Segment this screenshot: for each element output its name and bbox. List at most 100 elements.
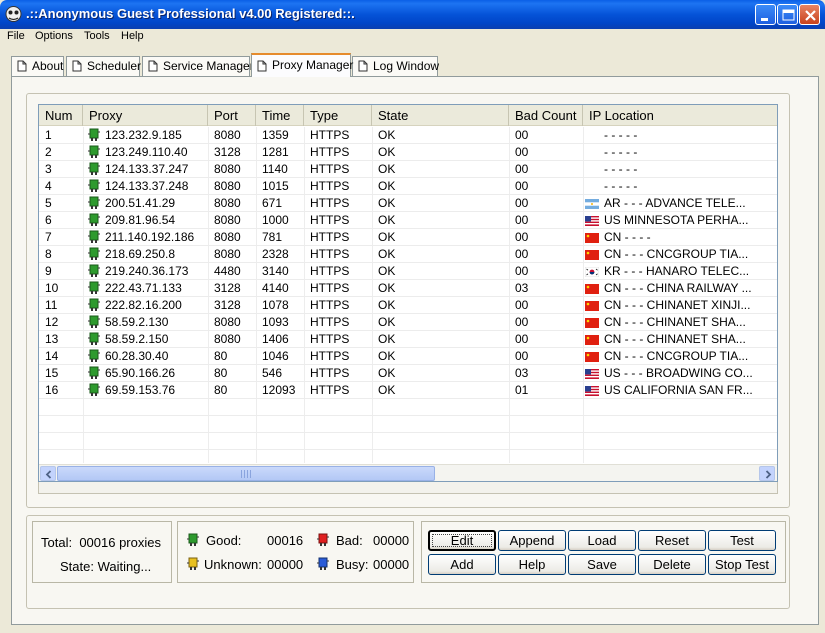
cell-type-text: HTTPS bbox=[310, 366, 350, 380]
cell-num: 9 bbox=[39, 263, 83, 280]
edit-button[interactable]: Edit bbox=[428, 530, 496, 551]
cell-bad-text: 00 bbox=[515, 213, 529, 227]
state-line: State: Waiting... bbox=[60, 559, 151, 574]
scroll-left-button[interactable] bbox=[40, 466, 56, 481]
column-header-bad-count[interactable]: Bad Count bbox=[509, 105, 583, 126]
cell-ip: KR - - - HANARO TELEC... bbox=[583, 263, 777, 280]
table-row[interactable]: 7 211.140.192.186 8080 781 HTTPS OK 00 CN - - -… bbox=[39, 229, 777, 246]
cell-type: HTTPS bbox=[304, 195, 372, 212]
cell-ip-text: - - - - - bbox=[604, 162, 638, 176]
column-header-type[interactable]: Type bbox=[304, 105, 372, 126]
cell-time: 3140 bbox=[256, 263, 304, 280]
cell-time-text: 781 bbox=[262, 230, 283, 244]
menu-help[interactable]: Help bbox=[119, 30, 146, 42]
cell-port-text: 8080 bbox=[214, 162, 241, 176]
column-header-ip-location[interactable]: IP Location bbox=[583, 105, 777, 126]
cell-state: OK bbox=[372, 297, 509, 314]
cell-bad-text: 00 bbox=[515, 145, 529, 159]
close-button[interactable] bbox=[799, 4, 820, 25]
bad-value: 00000 bbox=[373, 533, 410, 548]
column-header-num[interactable]: Num bbox=[39, 105, 83, 126]
cell-num-text: 3 bbox=[45, 162, 52, 176]
table-row[interactable]: 8 218.69.250.8 8080 2328 HTTPS OK 00 CN - - - C… bbox=[39, 246, 777, 263]
table-row[interactable]: 11 222.82.16.200 3128 1078 HTTPS OK 00 CN - - -… bbox=[39, 297, 777, 314]
tab-scheduler[interactable]: Scheduler bbox=[66, 56, 141, 76]
cell-proxy-text: 65.90.166.26 bbox=[105, 366, 176, 380]
column-header-proxy[interactable]: Proxy bbox=[83, 105, 208, 126]
proxy-list[interactable]: Num Proxy Port Time Type State Bad Count… bbox=[38, 104, 778, 482]
cell-time-text: 1000 bbox=[262, 213, 289, 227]
delete-button[interactable]: Delete bbox=[638, 554, 706, 575]
cn-flag-icon bbox=[585, 352, 599, 362]
table-row[interactable]: 12 58.59.2.130 8080 1093 HTTPS OK 00 CN - - - C… bbox=[39, 314, 777, 331]
cell-proxy-text: 124.133.37.248 bbox=[105, 179, 189, 193]
scroll-right-button[interactable] bbox=[759, 466, 775, 481]
table-row[interactable]: 6 209.81.96.54 8080 1000 HTTPS OK 00 US MINNESO… bbox=[39, 212, 777, 229]
save-button[interactable]: Save bbox=[568, 554, 636, 575]
table-row[interactable]: 14 60.28.30.40 80 1046 HTTPS OK 00 CN - - - CNC… bbox=[39, 348, 777, 365]
tab-about[interactable]: About bbox=[11, 56, 64, 76]
cell-ip-text: AR - - - ADVANCE TELE... bbox=[604, 196, 746, 210]
tab-log-window[interactable]: Log Window bbox=[352, 56, 439, 76]
add-button[interactable]: Add bbox=[428, 554, 496, 575]
cell-state-text: OK bbox=[378, 247, 396, 261]
good-proxy-icon bbox=[88, 366, 100, 379]
cn-flag-icon bbox=[585, 284, 599, 294]
cell-time-text: 1015 bbox=[262, 179, 289, 193]
good-proxy-icon bbox=[88, 179, 100, 192]
close-icon bbox=[805, 10, 816, 21]
cell-port: 80 bbox=[208, 365, 256, 382]
cell-proxy: 209.81.96.54 bbox=[83, 212, 208, 229]
cell-proxy: 58.59.2.150 bbox=[83, 331, 208, 348]
cell-state-text: OK bbox=[378, 349, 396, 363]
column-header-time[interactable]: Time bbox=[256, 105, 304, 126]
stop-test-button[interactable]: Stop Test bbox=[708, 554, 776, 575]
table-row[interactable]: 2 123.249.110.40 3128 1281 HTTPS OK 00 - - - - … bbox=[39, 144, 777, 161]
maximize-button[interactable] bbox=[777, 4, 798, 25]
document-icon bbox=[72, 60, 82, 72]
tab-service-manager[interactable]: Service Manager bbox=[142, 56, 254, 76]
cell-type-text: HTTPS bbox=[310, 162, 350, 176]
menu-options[interactable]: Options bbox=[33, 30, 75, 42]
cell-bad: 00 bbox=[509, 229, 583, 246]
cell-ip-text: CN - - - CHINANET SHA... bbox=[604, 332, 746, 346]
load-button[interactable]: Load bbox=[568, 530, 636, 551]
cell-state-text: OK bbox=[378, 315, 396, 329]
horizontal-scrollbar[interactable] bbox=[39, 464, 777, 481]
good-label: Good: bbox=[206, 533, 242, 548]
table-row[interactable]: 5 200.51.41.29 8080 671 HTTPS OK 00 AR - - - AD… bbox=[39, 195, 777, 212]
reset-button[interactable]: Reset bbox=[638, 530, 706, 551]
table-row[interactable]: 13 58.59.2.150 8080 1406 HTTPS OK 00 CN - - - C… bbox=[39, 331, 777, 348]
cell-num: 4 bbox=[39, 178, 83, 195]
title-bar[interactable]: .::Anonymous Guest Professional v4.00 Re… bbox=[0, 0, 825, 29]
table-row[interactable]: 3 124.133.37.247 8080 1140 HTTPS OK 00 - - - - … bbox=[39, 161, 777, 178]
menu-file[interactable]: File bbox=[5, 30, 27, 42]
cell-state: OK bbox=[372, 161, 509, 178]
menu-tools[interactable]: Tools bbox=[82, 30, 112, 42]
cell-port: 80 bbox=[208, 348, 256, 365]
cell-proxy-text: 124.133.37.247 bbox=[105, 162, 189, 176]
cell-type-text: HTTPS bbox=[310, 179, 350, 193]
table-row[interactable]: 4 124.133.37.248 8080 1015 HTTPS OK 00 - - - - … bbox=[39, 178, 777, 195]
bad-label: Bad: bbox=[336, 533, 363, 548]
table-row[interactable]: 10 222.43.71.133 3128 4140 HTTPS OK 03 CN - - -… bbox=[39, 280, 777, 297]
test-button[interactable]: Test bbox=[708, 530, 776, 551]
append-button[interactable]: Append bbox=[498, 530, 566, 551]
help-button[interactable]: Help bbox=[498, 554, 566, 575]
cell-bad: 00 bbox=[509, 348, 583, 365]
table-row[interactable]: 15 65.90.166.26 80 546 HTTPS OK 03 US - - - BRO… bbox=[39, 365, 777, 382]
scroll-thumb[interactable] bbox=[57, 466, 435, 481]
table-row[interactable]: 9 219.240.36.173 4480 3140 HTTPS OK 00 KR - - -… bbox=[39, 263, 777, 280]
minimize-button[interactable] bbox=[755, 4, 776, 25]
cell-bad-text: 00 bbox=[515, 196, 529, 210]
cell-proxy-text: 123.249.110.40 bbox=[105, 145, 188, 159]
tab-proxy-manager[interactable]: Proxy Manager bbox=[251, 53, 353, 77]
cell-type: HTTPS bbox=[304, 280, 372, 297]
cell-port-text: 8080 bbox=[214, 213, 241, 227]
table-row[interactable]: 16 69.59.153.76 80 12093 HTTPS OK 01 US CALIFOR… bbox=[39, 382, 777, 399]
column-header-port[interactable]: Port bbox=[208, 105, 256, 126]
column-header-state[interactable]: State bbox=[372, 105, 509, 126]
cell-ip-text: - - - - - bbox=[604, 179, 638, 193]
table-row[interactable]: 1 123.232.9.185 8080 1359 HTTPS OK 00 - - - - - bbox=[39, 127, 777, 144]
cell-type-text: HTTPS bbox=[310, 349, 350, 363]
